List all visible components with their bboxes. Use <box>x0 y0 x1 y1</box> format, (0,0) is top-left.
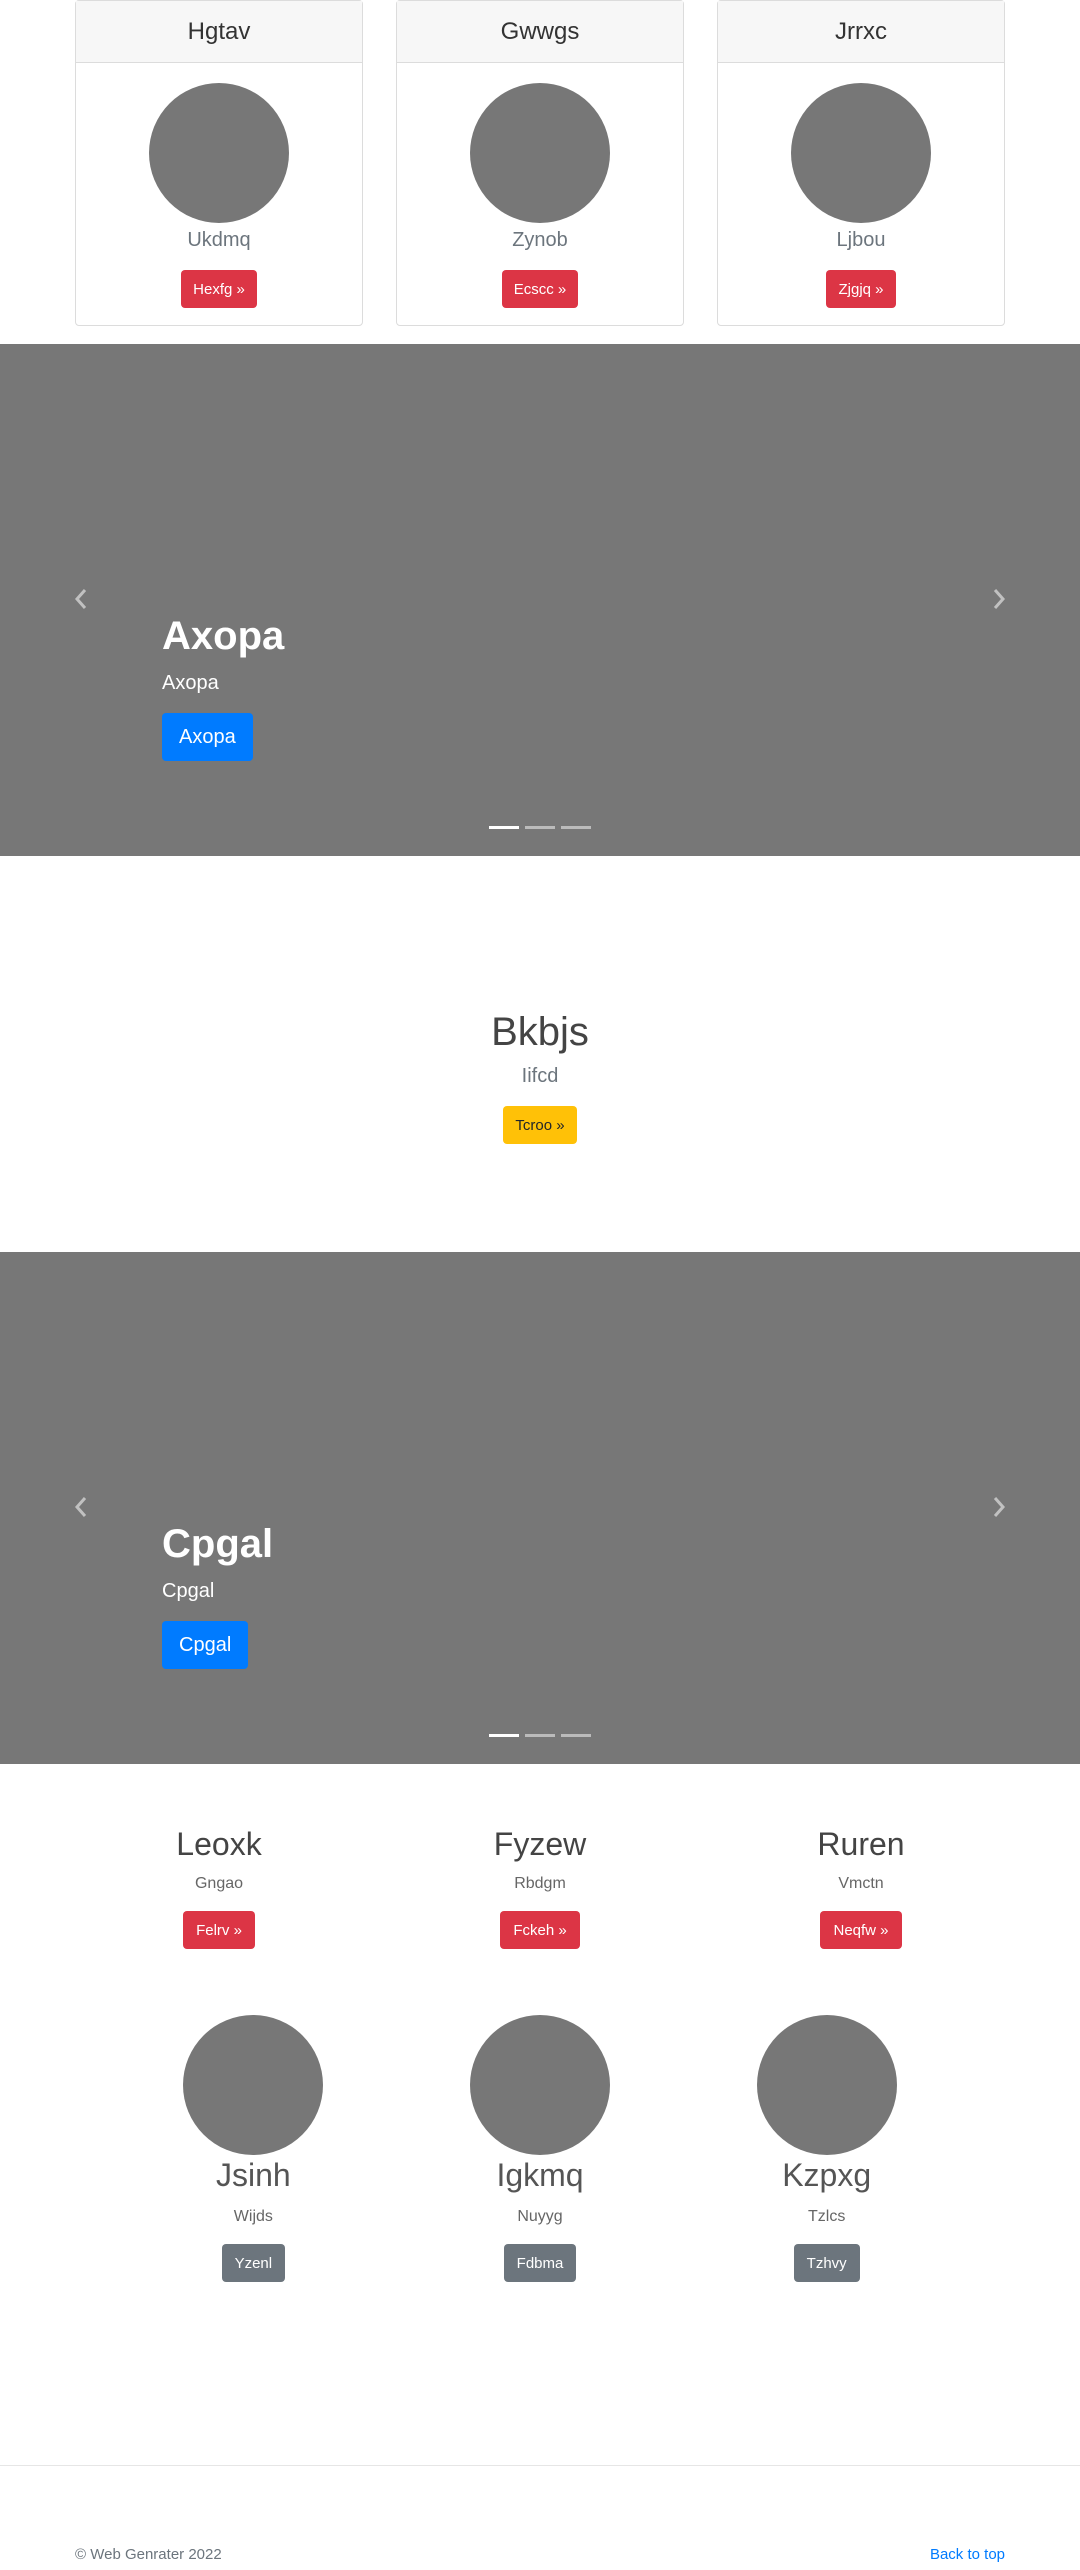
feature-title: Ruren <box>817 1826 905 1862</box>
jumbotron-text: Iifcd <box>521 1065 559 1087</box>
avatar-column: Igkmq Nuyyg Fdbma <box>397 2015 684 2282</box>
card-text: Zynob <box>512 229 568 251</box>
feature-text: Gngao <box>194 1875 244 1892</box>
carousel-2: Cpgal Cpgal Cpgal <box>0 1252 1080 1764</box>
carousel-button[interactable]: Cpgal <box>162 1621 249 1669</box>
carousel-next-button[interactable] <box>984 584 1014 614</box>
feature-text: Vmctn <box>838 1875 884 1892</box>
footer-divider <box>0 2465 1080 2466</box>
chevron-left-icon <box>74 589 87 609</box>
carousel-next-button[interactable] <box>984 1492 1014 1522</box>
avatar-column: Kzpxg Tzlcs Tzhvy <box>683 2015 970 2282</box>
avatar <box>756 2015 897 2155</box>
carousel-text: Cpgal <box>162 1580 215 1602</box>
carousel-1: Axopa Axopa Axopa <box>0 344 1080 856</box>
avatar-button[interactable]: Tzhvy <box>793 2244 860 2282</box>
avatar-title: Igkmq <box>496 2157 584 2193</box>
avatar-button[interactable]: Yzenl <box>221 2244 286 2282</box>
feature-button[interactable]: Felrv » <box>183 1911 255 1949</box>
card: Jrrxc Ljbou Zjgjq » <box>717 0 1005 326</box>
chevron-right-icon <box>993 1497 1006 1517</box>
card-image-placeholder <box>149 83 289 223</box>
carousel-button[interactable]: Axopa <box>162 713 253 761</box>
jumbotron-title: Bkbjs <box>491 1010 589 1054</box>
card-text: Ukdmq <box>187 229 251 251</box>
card: Gwwgs Zynob Ecscc » <box>396 0 684 326</box>
carousel-indicator[interactable] <box>489 826 519 829</box>
back-to-top-link[interactable]: Back to top <box>930 2546 1005 2563</box>
carousel-title: Axopa <box>162 614 285 658</box>
card-header: Gwwgs <box>397 1 683 63</box>
carousel-indicator[interactable] <box>561 1734 591 1737</box>
feature-title: Leoxk <box>176 1826 262 1862</box>
feature-column: Ruren Vmctn Neqfw » <box>717 1826 1005 1949</box>
avatar-button[interactable]: Fdbma <box>503 2244 577 2282</box>
feature-columns: Leoxk Gngao Felrv » Fyzew Rbdgm Fckeh » … <box>75 1826 1005 1949</box>
feature-column: Fyzew Rbdgm Fckeh » <box>396 1826 684 1949</box>
card-text: Ljbou <box>836 229 886 251</box>
carousel-indicators <box>0 826 1080 829</box>
card-button[interactable]: Zjgjq » <box>826 270 896 308</box>
card-button[interactable]: Ecscc » <box>501 270 579 308</box>
chevron-left-icon <box>74 1497 87 1517</box>
feature-text: Rbdgm <box>514 1875 566 1892</box>
avatar <box>183 2015 324 2155</box>
card: Hgtav Ukdmq Hexfg » <box>75 0 363 326</box>
avatar-text: Nuyyg <box>517 2208 563 2225</box>
footer-copyright: © Web Genrater 2022 <box>75 2546 222 2563</box>
carousel-indicator[interactable] <box>489 1734 519 1737</box>
top-cards-row: Hgtav Ukdmq Hexfg » Gwwgs Zynob Ecscc » … <box>75 0 1005 327</box>
avatar-columns: Jsinh Wijds Yzenl Igkmq Nuyyg Fdbma Kzpx… <box>110 2015 970 2282</box>
carousel-caption: Axopa Axopa Axopa <box>162 614 284 761</box>
footer: © Web Genrater 2022 Back to top <box>75 2546 1005 2563</box>
avatar-text: Tzlcs <box>808 2208 846 2225</box>
feature-button[interactable]: Fckeh » <box>500 1911 580 1949</box>
carousel-indicator[interactable] <box>525 826 555 829</box>
carousel-caption: Cpgal Cpgal Cpgal <box>162 1522 273 1669</box>
card-image-placeholder <box>791 83 931 223</box>
card-button[interactable]: Hexfg » <box>181 270 257 308</box>
card-header: Jrrxc <box>718 1 1004 63</box>
avatar-title: Kzpxg <box>782 2157 872 2193</box>
card-image-placeholder <box>470 83 610 223</box>
carousel-title: Cpgal <box>162 1522 274 1566</box>
chevron-right-icon <box>993 589 1006 609</box>
carousel-prev-button[interactable] <box>66 584 96 614</box>
carousel-indicator[interactable] <box>561 826 591 829</box>
carousel-indicator[interactable] <box>525 1734 555 1737</box>
feature-column: Leoxk Gngao Felrv » <box>75 1826 363 1949</box>
avatar-text: Wijds <box>233 2208 273 2225</box>
jumbotron-button[interactable]: Tcroo » <box>503 1106 577 1144</box>
avatar-column: Jsinh Wijds Yzenl <box>110 2015 397 2282</box>
carousel-prev-button[interactable] <box>66 1492 96 1522</box>
card-header: Hgtav <box>76 1 362 63</box>
avatar-title: Jsinh <box>215 2157 291 2193</box>
avatar <box>470 2015 610 2155</box>
carousel-text: Axopa <box>162 672 219 694</box>
jumbotron: Bkbjs Iifcd Tcroo » <box>0 1010 1080 1144</box>
carousel-indicators <box>0 1734 1080 1737</box>
feature-title: Fyzew <box>493 1826 587 1862</box>
feature-button[interactable]: Neqfw » <box>820 1911 902 1949</box>
